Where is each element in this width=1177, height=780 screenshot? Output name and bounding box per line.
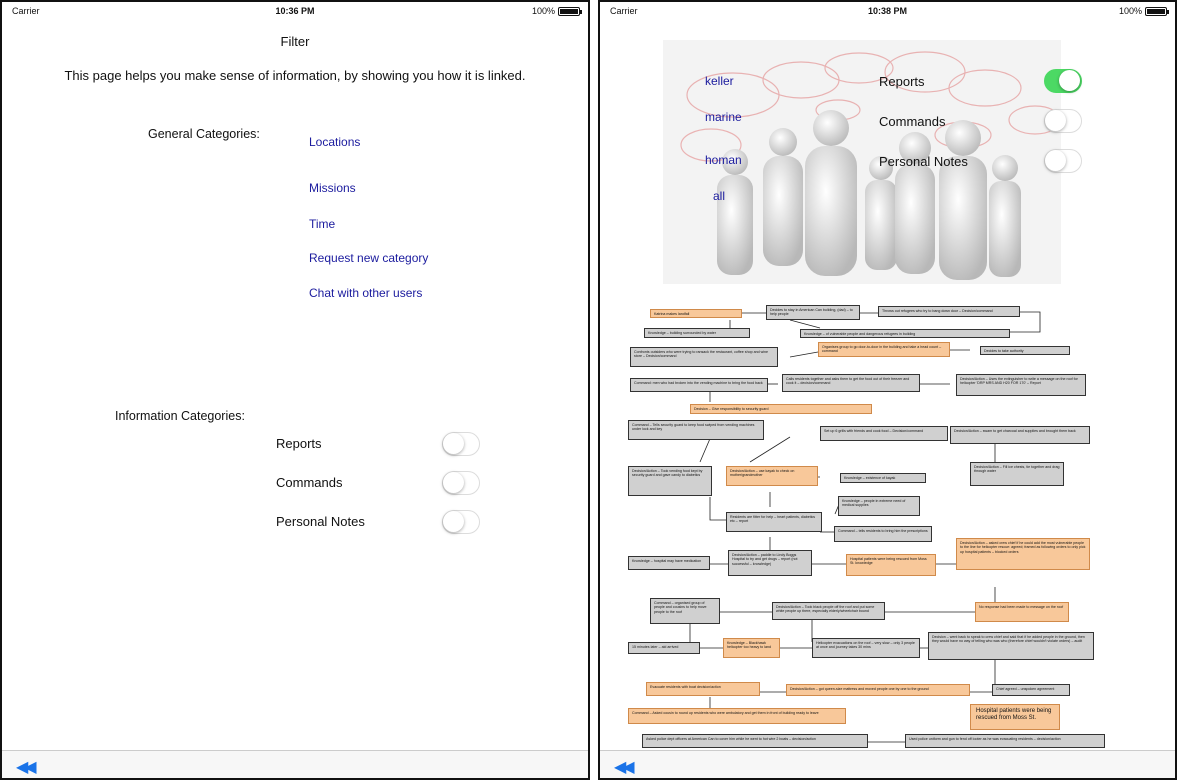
page-title: Filter bbox=[280, 34, 310, 49]
flow-node[interactable]: Command – tells residents to bring him t… bbox=[834, 526, 932, 542]
bottom-toolbar: ◀◀ bbox=[600, 750, 1175, 778]
flow-node[interactable]: Decision – Give responsibility to securi… bbox=[690, 404, 872, 414]
flow-node[interactable]: Decision/Action – Uses the extinguisher … bbox=[956, 374, 1086, 396]
decision-flowchart: Katrina makes landfall Decides to stay i… bbox=[620, 302, 1120, 752]
link-chat-with-other-users[interactable]: Chat with other users bbox=[309, 286, 422, 300]
link-time[interactable]: Time bbox=[309, 217, 335, 231]
flow-node[interactable]: Decision/Action – Fill ice chests, tie t… bbox=[970, 462, 1064, 486]
commands-toggle[interactable] bbox=[442, 471, 480, 495]
flow-node[interactable]: Decision/Action – asked crew chief if he… bbox=[956, 538, 1090, 570]
flow-node[interactable]: Decision/Action – paddle to Lindy Boggs … bbox=[728, 550, 812, 576]
link-locations[interactable]: Locations bbox=[309, 135, 360, 149]
flow-node[interactable]: Katrina makes landfall bbox=[650, 309, 742, 318]
rewind-icon[interactable]: ◀◀ bbox=[614, 757, 635, 777]
toggle-label-reports: Reports bbox=[879, 74, 925, 89]
general-categories-label: General Categories: bbox=[148, 127, 260, 141]
toggle-label-personal-notes: Personal Notes bbox=[276, 514, 365, 529]
flow-node[interactable]: Used police uniform and gun to fend off … bbox=[905, 734, 1105, 748]
flow-node[interactable]: Organises group to go door-to-door in th… bbox=[818, 342, 950, 357]
flow-node[interactable]: Chief agreed – unspoken agreement bbox=[992, 684, 1070, 696]
battery-percent: 100% bbox=[1118, 6, 1142, 16]
flow-node[interactable]: Set up 6 grills with friends and cook fo… bbox=[820, 426, 948, 441]
flow-node[interactable]: 15 minutes later – aid arrived bbox=[628, 642, 700, 654]
flow-node[interactable]: Confronts outsiders who were trying to r… bbox=[630, 347, 778, 367]
toggle-label-commands: Commands bbox=[276, 475, 343, 490]
commands-toggle[interactable] bbox=[1044, 109, 1082, 133]
flow-node[interactable]: Decision/Action – Took vending food kept… bbox=[628, 466, 712, 496]
personal-notes-toggle[interactable] bbox=[1044, 149, 1082, 173]
flow-node[interactable]: Evacuate residents with boat decision/ac… bbox=[646, 682, 760, 696]
flow-node[interactable]: Knowledge – building surrounded by water bbox=[644, 328, 750, 338]
flow-node[interactable]: Knowledge – people in extreme need of me… bbox=[838, 496, 920, 516]
graph-screen: Carrier 10:38 PM 100% keller marine homa… bbox=[598, 0, 1177, 780]
battery-indicator: 100% bbox=[531, 6, 582, 16]
flow-node[interactable]: Command – Asked cousin to round up resid… bbox=[628, 708, 846, 724]
link-request-new-category[interactable]: Request new category bbox=[309, 251, 428, 265]
flow-node[interactable]: Decides to stay in American Can building… bbox=[766, 305, 860, 320]
flow-node[interactable]: Decision/Action – Took black people off … bbox=[772, 602, 885, 620]
flow-node[interactable]: Decision – went back to speak to crew ch… bbox=[928, 632, 1094, 660]
flow-node[interactable]: Command – organised group of people and … bbox=[650, 598, 720, 624]
flow-node[interactable]: Residents are fitter for help – heart pa… bbox=[726, 512, 822, 532]
flow-node[interactable]: Throws out refugees who try to bang down… bbox=[878, 306, 1020, 317]
rewind-icon[interactable]: ◀◀ bbox=[16, 757, 37, 777]
flow-node[interactable]: Knowledge – Blackhawk helicopter too hea… bbox=[723, 638, 780, 658]
user-link-homan[interactable]: homan bbox=[705, 153, 742, 167]
battery-indicator: 100% bbox=[1118, 6, 1169, 16]
toggle-label-personal-notes: Personal Notes bbox=[879, 154, 968, 169]
status-time: 10:36 PM bbox=[275, 6, 315, 16]
flow-node[interactable]: Knowledge – existence of kayak bbox=[840, 473, 926, 483]
user-link-all[interactable]: all bbox=[713, 189, 725, 203]
flow-node[interactable]: Command – Tells security guard to keep f… bbox=[628, 420, 764, 440]
status-time: 10:38 PM bbox=[867, 6, 908, 16]
bottom-toolbar: ◀◀ bbox=[2, 750, 588, 778]
flow-node[interactable]: Decision/Action – got queen-size mattres… bbox=[786, 684, 970, 696]
flow-node[interactable]: Helicopter evacuations on the roof – ver… bbox=[812, 638, 920, 658]
flow-node[interactable]: No response had been made to message on … bbox=[975, 602, 1069, 622]
flow-node[interactable]: Decision/Action – use kayak to check on … bbox=[726, 466, 818, 486]
intro-text: This page helps you make sense of inform… bbox=[64, 68, 526, 83]
link-missions[interactable]: Missions bbox=[309, 181, 356, 195]
personal-notes-toggle[interactable] bbox=[442, 510, 480, 534]
flow-node[interactable]: Calls residents together and asks them t… bbox=[782, 374, 920, 392]
flow-node[interactable]: Command: men who had broken into the ven… bbox=[630, 378, 768, 392]
flow-node[interactable]: Decision/Action – swam to get charcoal a… bbox=[950, 426, 1090, 444]
flow-node[interactable]: Decides to take authority bbox=[980, 346, 1070, 355]
toggle-label-reports: Reports bbox=[276, 436, 322, 451]
flow-node[interactable]: Knowledge – of vulnerable people and dan… bbox=[800, 329, 1010, 338]
flow-node[interactable]: Hospital patients were being rescued fro… bbox=[970, 704, 1060, 730]
flow-node[interactable]: Asked police dept officers at American C… bbox=[642, 734, 868, 748]
user-link-marine[interactable]: marine bbox=[705, 110, 742, 124]
information-categories-label: Information Categories: bbox=[115, 409, 245, 423]
status-bar: Carrier 10:36 PM 100% bbox=[2, 2, 588, 22]
flow-node[interactable]: Knowledge – hospital may have medication bbox=[628, 556, 710, 570]
user-link-keller[interactable]: keller bbox=[705, 74, 734, 88]
flow-node[interactable]: Hospital patients were being rescued fro… bbox=[846, 554, 936, 576]
battery-percent: 100% bbox=[531, 6, 555, 16]
reports-toggle[interactable] bbox=[1044, 69, 1082, 93]
filter-screen: Carrier 10:36 PM 100% Filter This page h… bbox=[0, 0, 590, 780]
battery-icon bbox=[558, 6, 582, 16]
battery-icon bbox=[1145, 6, 1169, 16]
reports-toggle[interactable] bbox=[442, 432, 480, 456]
status-bar: Carrier 10:38 PM 100% bbox=[600, 2, 1175, 22]
toggle-label-commands: Commands bbox=[879, 114, 946, 129]
